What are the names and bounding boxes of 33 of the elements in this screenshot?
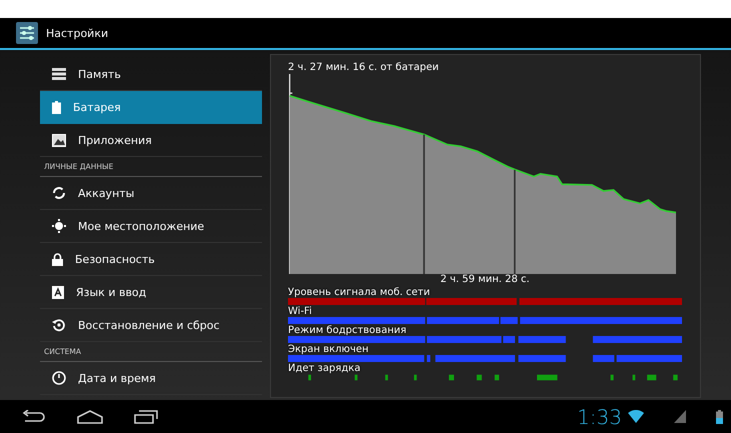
restore-icon [52,318,66,332]
clock-icon [52,371,66,385]
settings-item[interactable]: Восстановление и сброс [40,309,262,342]
status-time: 1:33 [577,404,622,428]
picture-icon [52,134,66,146]
location-icon [52,219,66,233]
back-icon[interactable] [22,410,46,424]
battery-icon [52,101,61,114]
timeline-label: Режим бодрствования [288,325,406,336]
elapsed-time: 2 ч. 59 мин. 28 с. [440,274,530,286]
timeline-label: Уровень сигнала моб. сети [288,287,430,298]
home-icon[interactable] [76,410,104,424]
lock-icon [52,252,63,266]
settings-item[interactable]: Аккаунты [40,177,262,210]
signal-icon [674,410,686,423]
settings-item[interactable]: Батарея [40,91,262,124]
app-title: Настройки [46,26,108,40]
keyboard-letter-icon [52,286,64,298]
wifi-icon [628,410,644,423]
recent-apps-icon[interactable] [134,410,158,424]
settings-item[interactable]: Дата и время [40,362,262,395]
settings-sliders-icon[interactable] [16,22,38,44]
list-icon [52,68,66,80]
timeline-label: Экран включен [288,344,369,355]
settings-item[interactable]: Безопасность [40,243,262,276]
timeline-label: Идет зарядка [288,363,360,374]
battery-time: 2 ч. 27 мин. 16 с. от батареи [288,61,439,74]
settings-item[interactable]: Приложения [40,124,262,157]
settings-item[interactable]: Мое местоположение [40,210,262,243]
battery-status-icon [716,410,723,424]
timeline-label: Wi-Fi [288,306,312,317]
settings-item[interactable]: Язык и ввод [40,276,262,309]
sync-icon [52,186,66,200]
